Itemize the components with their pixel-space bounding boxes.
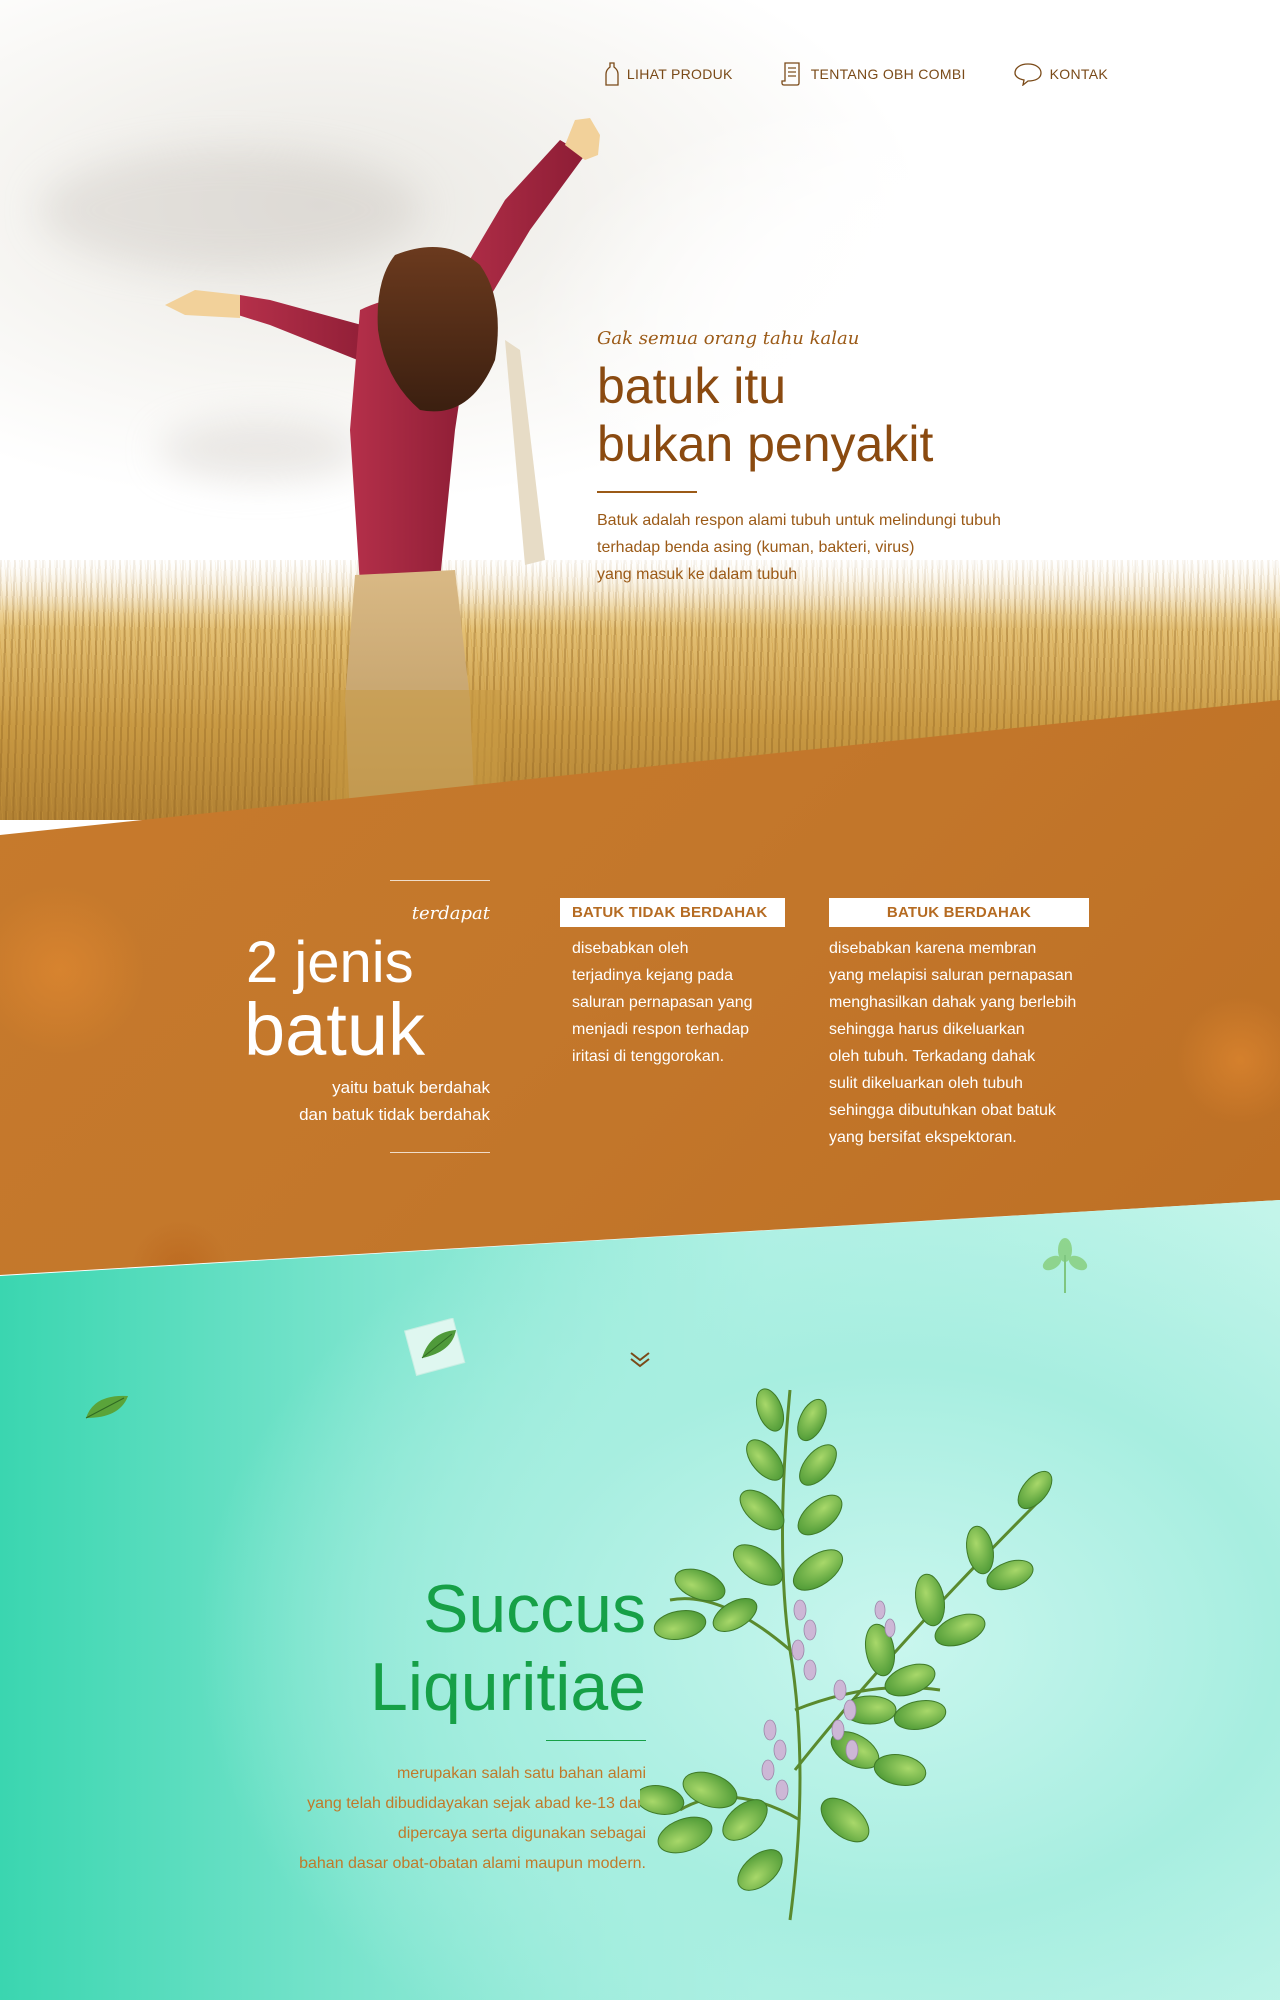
type-card-tidak-berdahak: BATUK TIDAK BERDAHAK disebabkan oleh ter… bbox=[560, 898, 785, 1070]
hero-title: batuk itu bukan penyakit bbox=[597, 357, 1057, 473]
hero-divider bbox=[597, 491, 697, 493]
types-title-line: 2 jenis bbox=[246, 930, 414, 995]
hero-kicker: Gak semua orang tahu kalau bbox=[597, 328, 860, 349]
type-desc-line: yang melapisi saluran pernapasan bbox=[829, 967, 1073, 984]
nav-item-lihat-produk[interactable]: LIHAT PRODUK bbox=[605, 62, 733, 86]
leaf-card-icon bbox=[404, 1318, 466, 1377]
type-card-berdahak: BATUK BERDAHAK disebabkan karena membran… bbox=[829, 898, 1089, 1151]
hero-desc-line: Batuk adalah respon alami tubuh untuk me… bbox=[597, 512, 1001, 529]
ingredient-title: Succus Liquritiae bbox=[146, 1570, 646, 1726]
type-desc-line: iritasi di tenggorokan. bbox=[572, 1048, 725, 1065]
types-title-line: batuk bbox=[244, 988, 426, 1071]
hero-description: Batuk adalah respon alami tubuh untuk me… bbox=[597, 507, 1057, 588]
document-icon bbox=[781, 62, 800, 86]
ingredient-title-line: Liquritiae bbox=[370, 1649, 646, 1725]
divider bbox=[546, 1740, 646, 1741]
type-desc-line: terjadinya kejang pada bbox=[572, 967, 734, 984]
type-desc-line: sehingga dibutuhkan obat batuk bbox=[829, 1102, 1056, 1119]
type-description: disebabkan karena membran yang melapisi … bbox=[829, 935, 1089, 1151]
cough-types-heading: terdapat 2 jenis batuk yaitu batuk berda… bbox=[220, 880, 490, 1153]
ingredient-desc-line: yang telah dibudidayakan sejak abad ke-1… bbox=[307, 1795, 646, 1812]
type-desc-line: menghasilkan dahak yang berlebih bbox=[829, 994, 1077, 1011]
type-desc-line: disebabkan oleh bbox=[572, 940, 689, 957]
hero-text-block: Gak semua orang tahu kalau batuk itu buk… bbox=[597, 328, 1057, 588]
leaf-icon bbox=[1042, 1238, 1088, 1293]
type-desc-line: saluran pernapasan yang bbox=[572, 994, 753, 1011]
type-label: BATUK TIDAK BERDAHAK bbox=[560, 898, 785, 927]
nav-item-kontak[interactable]: KONTAK bbox=[1014, 62, 1108, 86]
divider bbox=[390, 1152, 490, 1153]
nav-label: TENTANG OBH COMBI bbox=[810, 66, 966, 82]
type-description: disebabkan oleh terjadinya kejang pada s… bbox=[560, 935, 785, 1070]
hero-title-line: batuk itu bbox=[597, 358, 787, 414]
ingredient-desc-line: merupakan salah satu bahan alami bbox=[396, 1765, 646, 1782]
type-desc-line: disebabkan karena membran bbox=[829, 940, 1037, 957]
top-nav: LIHAT PRODUK TENTANG OBH COMBI KONTAK bbox=[605, 62, 1108, 86]
ingredient-desc-line: dipercaya serta digunakan sebagai bbox=[397, 1825, 646, 1842]
nav-label: LIHAT PRODUK bbox=[626, 66, 733, 82]
types-sub-line: dan batuk tidak berdahak bbox=[299, 1105, 490, 1124]
type-desc-line: menjadi respon terhadap bbox=[572, 1021, 750, 1038]
hero-title-line: bukan penyakit bbox=[597, 416, 934, 472]
ingredient-title-line: Succus bbox=[423, 1571, 646, 1647]
ingredient-text-block: Succus Liquritiae merupakan salah satu b… bbox=[146, 1570, 646, 1879]
types-kicker: terdapat bbox=[411, 903, 490, 924]
hero-desc-line: terhadap benda asing (kuman, bakteri, vi… bbox=[597, 539, 915, 556]
type-desc-line: oleh tubuh. Terkadang dahak bbox=[829, 1048, 1036, 1065]
type-desc-line: yang bersifat ekspektoran. bbox=[829, 1129, 1017, 1146]
types-subtitle: yaitu batuk berdahak dan batuk tidak ber… bbox=[220, 1074, 490, 1128]
divider bbox=[390, 880, 490, 881]
hero-section: Gak semua orang tahu kalau batuk itu buk… bbox=[0, 0, 1280, 820]
type-desc-line: sulit dikeluarkan oleh tubuh bbox=[829, 1075, 1023, 1092]
leaf-icon bbox=[85, 1395, 128, 1419]
types-sub-line: yaitu batuk berdahak bbox=[332, 1078, 490, 1097]
woman-photo bbox=[165, 118, 600, 820]
hero-desc-line: yang masuk ke dalam tubuh bbox=[597, 566, 798, 583]
speech-bubble-icon bbox=[1014, 63, 1042, 86]
ingredient-description: merupakan salah satu bahan alami yang te… bbox=[146, 1759, 646, 1879]
nav-label: KONTAK bbox=[1049, 66, 1108, 82]
licorice-plant-illustration bbox=[640, 1388, 1053, 1921]
type-desc-line: sehingga harus dikeluarkan bbox=[829, 1021, 1025, 1038]
nav-item-tentang[interactable]: TENTANG OBH COMBI bbox=[781, 62, 966, 86]
type-label: BATUK BERDAHAK bbox=[829, 898, 1089, 927]
bottle-icon bbox=[605, 62, 619, 86]
ingredient-desc-line: bahan dasar obat-obatan alami maupun mod… bbox=[299, 1855, 646, 1872]
